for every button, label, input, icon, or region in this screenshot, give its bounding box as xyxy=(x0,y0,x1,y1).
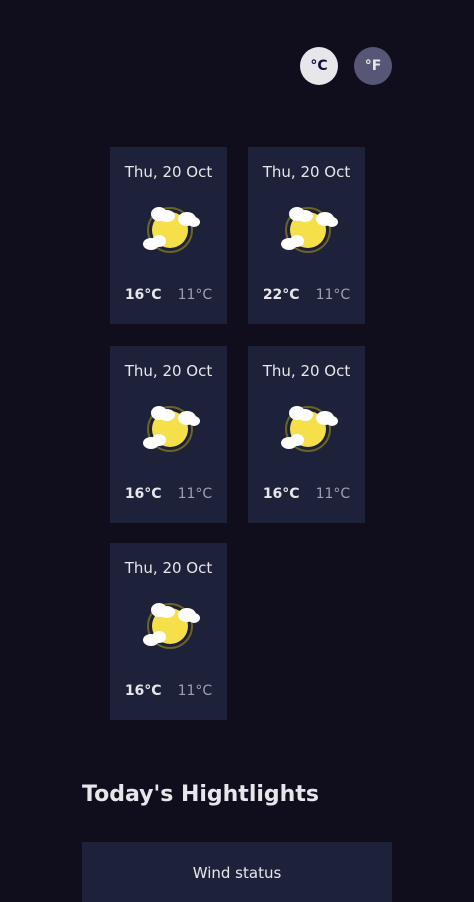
forecast-date: Thu, 20 Oct xyxy=(262,163,351,181)
forecast-date: Thu, 20 Oct xyxy=(262,362,351,380)
sun-cloud-icon xyxy=(281,406,338,452)
sun-cloud-icon xyxy=(143,603,200,649)
min-temp: 11°C xyxy=(315,287,351,303)
forecast-date: Thu, 20 Oct xyxy=(124,559,213,577)
sun-cloud-icon xyxy=(281,207,338,253)
highlights-title: Today's Hightlights xyxy=(82,782,319,807)
max-temp: 16°C xyxy=(124,287,162,303)
forecast-card: Thu, 20 Oct 16°C 11°C xyxy=(248,346,365,523)
min-temp: 11°C xyxy=(315,486,351,502)
forecast-card: Thu, 20 Oct 16°C 11°C xyxy=(110,346,227,523)
max-temp: 16°C xyxy=(124,683,162,699)
max-temp: 16°C xyxy=(124,486,162,502)
forecast-card: Thu, 20 Oct 16°C 11°C xyxy=(110,147,227,324)
fahrenheit-button[interactable]: °F xyxy=(354,47,392,85)
forecast-date: Thu, 20 Oct xyxy=(124,163,213,181)
sun-cloud-icon xyxy=(143,406,200,452)
max-temp: 22°C xyxy=(262,287,300,303)
min-temp: 11°C xyxy=(177,683,213,699)
min-temp: 11°C xyxy=(177,287,213,303)
celsius-button[interactable]: °C xyxy=(300,47,338,85)
forecast-card: Thu, 20 Oct 16°C 11°C xyxy=(110,543,227,720)
forecast-date: Thu, 20 Oct xyxy=(124,362,213,380)
max-temp: 16°C xyxy=(262,486,300,502)
sun-cloud-icon xyxy=(143,207,200,253)
forecast-card: Thu, 20 Oct 22°C 11°C xyxy=(248,147,365,324)
wind-status-card: Wind status xyxy=(82,842,392,902)
wind-status-label: Wind status xyxy=(192,864,282,882)
min-temp: 11°C xyxy=(177,486,213,502)
